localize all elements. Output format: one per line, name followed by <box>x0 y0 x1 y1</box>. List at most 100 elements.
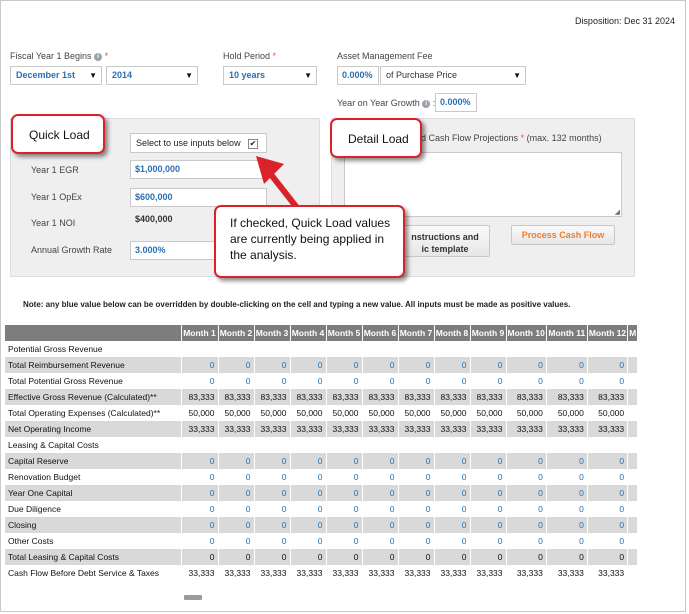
hold-period-select[interactable]: 10 years ▼ <box>223 66 317 85</box>
table-cell[interactable]: 0 <box>587 485 629 501</box>
table-cell[interactable]: 0 <box>434 469 471 485</box>
table-cell[interactable]: 0 <box>434 453 471 469</box>
table-cell[interactable]: 0 <box>254 501 291 517</box>
table-cell[interactable]: 0 <box>181 533 219 549</box>
table-cell[interactable] <box>627 485 639 501</box>
table-cell[interactable]: 0 <box>326 485 363 501</box>
table-cell[interactable]: 0 <box>254 485 291 501</box>
table-cell[interactable] <box>627 517 639 533</box>
table-cell[interactable]: 0 <box>506 373 547 389</box>
table-cell[interactable]: 0 <box>362 373 399 389</box>
growth-input[interactable]: 3.000% <box>130 241 218 260</box>
table-cell[interactable] <box>627 453 639 469</box>
info-icon[interactable]: i <box>94 52 103 61</box>
table-cell[interactable]: 0 <box>434 501 471 517</box>
quick-load-checkbox[interactable]: ✔ <box>248 139 258 149</box>
table-cell[interactable]: 0 <box>254 469 291 485</box>
table-cell[interactable]: 0 <box>326 357 363 373</box>
table-cell[interactable]: 0 <box>218 453 255 469</box>
table-cell[interactable]: 0 <box>587 469 629 485</box>
table-cell[interactable]: 0 <box>506 501 547 517</box>
table-cell[interactable]: 0 <box>290 469 327 485</box>
table-cell[interactable]: 0 <box>181 485 219 501</box>
fiscal-year-select[interactable]: 2014 ▼ <box>106 66 198 85</box>
table-cell[interactable] <box>627 501 639 517</box>
table-cell[interactable]: 0 <box>398 517 435 533</box>
table-cell[interactable]: 0 <box>470 453 507 469</box>
table-cell[interactable]: 0 <box>470 357 507 373</box>
table-cell[interactable]: 0 <box>470 533 507 549</box>
table-cell[interactable]: 0 <box>362 485 399 501</box>
table-cell[interactable]: 0 <box>434 373 471 389</box>
process-cash-flow-button[interactable]: Process Cash Flow <box>511 225 615 245</box>
table-cell[interactable] <box>627 469 639 485</box>
table-cell[interactable]: 0 <box>254 533 291 549</box>
table-cell[interactable]: 0 <box>218 517 255 533</box>
table-cell[interactable]: 0 <box>506 357 547 373</box>
table-cell[interactable]: 0 <box>546 373 588 389</box>
table-cell[interactable]: 0 <box>546 357 588 373</box>
table-cell[interactable]: 0 <box>434 485 471 501</box>
info-icon[interactable]: i <box>422 99 431 108</box>
table-cell[interactable]: 0 <box>254 517 291 533</box>
table-cell[interactable]: 0 <box>254 373 291 389</box>
table-cell[interactable]: 0 <box>290 453 327 469</box>
table-cell[interactable]: 0 <box>290 373 327 389</box>
table-cell[interactable]: 0 <box>546 485 588 501</box>
table-cell[interactable]: 0 <box>398 453 435 469</box>
table-cell[interactable]: 0 <box>398 533 435 549</box>
table-cell[interactable]: 0 <box>434 533 471 549</box>
table-cell[interactable]: 0 <box>326 501 363 517</box>
table-cell[interactable]: 0 <box>181 453 219 469</box>
table-cell[interactable]: 0 <box>587 501 629 517</box>
table-cell[interactable]: 0 <box>181 501 219 517</box>
table-cell[interactable]: 0 <box>181 373 219 389</box>
yoy-growth-input[interactable]: 0.000% <box>435 93 477 112</box>
table-cell[interactable]: 0 <box>218 373 255 389</box>
table-cell[interactable]: 0 <box>218 469 255 485</box>
table-cell[interactable]: 0 <box>587 453 629 469</box>
table-cell[interactable]: 0 <box>218 501 255 517</box>
fiscal-month-select[interactable]: December 1st ▼ <box>10 66 102 85</box>
table-cell[interactable]: 0 <box>362 517 399 533</box>
table-cell[interactable]: 0 <box>362 357 399 373</box>
table-cell[interactable]: 0 <box>181 357 219 373</box>
table-cell[interactable]: 0 <box>434 357 471 373</box>
table-cell[interactable]: 0 <box>470 501 507 517</box>
quick-load-checkbox-box[interactable]: Select to use inputs below ✔ <box>130 133 267 153</box>
table-cell[interactable]: 0 <box>254 357 291 373</box>
table-cell[interactable] <box>627 373 639 389</box>
horizontal-scrollbar-thumb[interactable] <box>184 595 202 600</box>
table-cell[interactable]: 0 <box>587 373 629 389</box>
table-cell[interactable]: 0 <box>181 469 219 485</box>
table-cell[interactable]: 0 <box>470 373 507 389</box>
table-cell[interactable]: 0 <box>470 485 507 501</box>
table-cell[interactable]: 0 <box>587 357 629 373</box>
egr-input[interactable]: $1,000,000 <box>130 160 267 179</box>
table-cell[interactable]: 0 <box>398 373 435 389</box>
table-cell[interactable]: 0 <box>506 533 547 549</box>
asset-mgmt-input[interactable]: 0.000% <box>337 66 379 85</box>
table-cell[interactable]: 0 <box>506 517 547 533</box>
table-cell[interactable]: 0 <box>398 357 435 373</box>
table-cell[interactable]: 0 <box>470 517 507 533</box>
table-cell[interactable]: 0 <box>290 533 327 549</box>
table-cell[interactable]: 0 <box>398 469 435 485</box>
table-cell[interactable]: 0 <box>290 357 327 373</box>
table-cell[interactable]: 0 <box>546 501 588 517</box>
table-cell[interactable]: 0 <box>326 517 363 533</box>
instructions-template-button[interactable]: nstructions and ic template <box>400 225 490 257</box>
table-cell[interactable]: 0 <box>362 501 399 517</box>
table-cell[interactable]: 0 <box>546 469 588 485</box>
table-cell[interactable]: 0 <box>218 357 255 373</box>
table-cell[interactable]: 0 <box>326 469 363 485</box>
table-cell[interactable]: 0 <box>290 485 327 501</box>
table-cell[interactable]: 0 <box>218 533 255 549</box>
table-cell[interactable]: 0 <box>506 453 547 469</box>
table-cell[interactable]: 0 <box>434 517 471 533</box>
table-cell[interactable]: 0 <box>546 533 588 549</box>
asset-mgmt-basis-select[interactable]: of Purchase Price ▼ <box>380 66 526 85</box>
table-cell[interactable]: 0 <box>326 453 363 469</box>
table-cell[interactable]: 0 <box>326 533 363 549</box>
table-cell[interactable]: 0 <box>546 453 588 469</box>
